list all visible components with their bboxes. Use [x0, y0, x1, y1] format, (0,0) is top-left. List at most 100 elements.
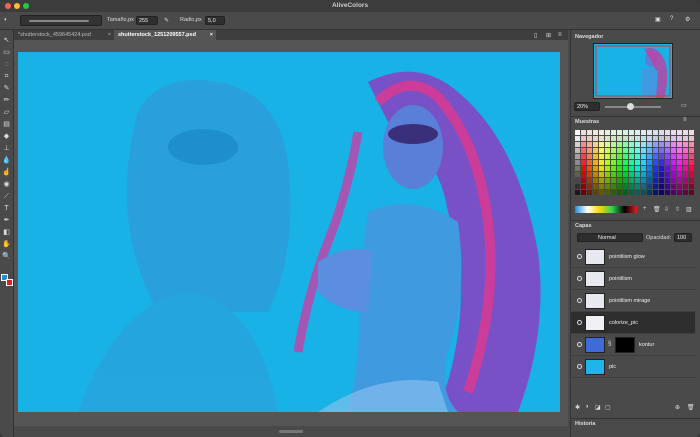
color-swatch[interactable] — [617, 154, 622, 159]
layers-list[interactable]: pointilism glow pointilism pointilism mi… — [571, 246, 700, 401]
color-swatch[interactable] — [671, 136, 676, 141]
size-field[interactable]: 255 — [136, 16, 158, 25]
color-swatch[interactable] — [665, 136, 670, 141]
color-swatch[interactable] — [671, 160, 676, 165]
zoom-slider-handle[interactable] — [627, 103, 634, 110]
radius-field[interactable]: 5,0 — [205, 16, 225, 25]
color-swatch[interactable] — [641, 190, 646, 195]
color-swatch[interactable] — [683, 184, 688, 189]
color-swatch[interactable] — [671, 184, 676, 189]
drop-icon[interactable]: 💧 — [2, 156, 11, 165]
color-swatch[interactable] — [677, 148, 682, 153]
color-swatch[interactable] — [599, 166, 604, 171]
color-swatch[interactable] — [611, 136, 616, 141]
color-swatch[interactable] — [581, 160, 586, 165]
color-swatch[interactable] — [611, 154, 616, 159]
stamp-icon[interactable]: ⊥ — [2, 144, 11, 153]
color-swatch[interactable] — [629, 172, 634, 177]
color-swatch[interactable] — [611, 190, 616, 195]
color-swatch[interactable] — [581, 148, 586, 153]
color-swatch[interactable] — [629, 148, 634, 153]
color-swatch[interactable] — [593, 142, 598, 147]
color-swatch[interactable] — [605, 130, 610, 135]
color-swatch[interactable] — [629, 190, 634, 195]
help-icon[interactable]: ? — [670, 16, 673, 22]
color-swatch[interactable] — [689, 130, 694, 135]
adjustment-icon[interactable]: ◑ — [585, 404, 589, 410]
image-canvas[interactable] — [18, 52, 560, 412]
color-swatch[interactable] — [635, 136, 640, 141]
tab-document-2[interactable]: shutterstock_1251209557.psd × — [114, 30, 216, 40]
color-swatch[interactable] — [647, 172, 652, 177]
color-swatch[interactable] — [641, 160, 646, 165]
color-swatch[interactable] — [641, 148, 646, 153]
color-swatch[interactable] — [629, 160, 634, 165]
color-swatch[interactable] — [653, 184, 658, 189]
color-swatch[interactable] — [647, 160, 652, 165]
eye-icon[interactable] — [577, 320, 582, 325]
color-swatch[interactable] — [581, 190, 586, 195]
color-swatch[interactable] — [575, 166, 580, 171]
eye-icon[interactable] — [577, 254, 582, 259]
color-swatch[interactable] — [587, 154, 592, 159]
color-swatch[interactable] — [647, 184, 652, 189]
zoom-icon[interactable]: 🔍 — [2, 252, 11, 261]
color-swatch[interactable] — [665, 148, 670, 153]
color-swatch[interactable] — [611, 166, 616, 171]
color-swatch[interactable] — [659, 154, 664, 159]
color-swatch[interactable] — [593, 136, 598, 141]
color-swatch[interactable] — [593, 184, 598, 189]
color-swatch[interactable] — [599, 160, 604, 165]
color-swatch[interactable] — [641, 178, 646, 183]
blur-icon[interactable]: ◉ — [2, 180, 11, 189]
color-swatch[interactable] — [587, 148, 592, 153]
move-icon[interactable]: ↖ — [2, 36, 11, 45]
brush-icon[interactable]: ✎ — [2, 84, 11, 93]
background-color-swatch[interactable] — [6, 279, 13, 286]
eye-icon[interactable] — [577, 298, 582, 303]
color-swatch[interactable] — [683, 190, 688, 195]
color-swatch[interactable] — [617, 142, 622, 147]
color-swatch[interactable] — [635, 160, 640, 165]
color-swatch[interactable] — [617, 148, 622, 153]
color-swatch[interactable] — [611, 160, 616, 165]
layer-row[interactable]: § kontur — [571, 334, 695, 356]
pencil-icon[interactable]: ✏ — [2, 96, 11, 105]
color-swatch[interactable] — [593, 166, 598, 171]
notification-icon[interactable]: ▣ — [655, 16, 661, 23]
trash-icon[interactable]: ▥ — [686, 206, 692, 213]
opacity-field[interactable]: 100 — [674, 233, 692, 242]
color-swatch[interactable] — [635, 184, 640, 189]
color-swatch[interactable] — [635, 190, 640, 195]
import-icon[interactable]: ⇩ — [664, 206, 669, 213]
color-swatch[interactable] — [629, 136, 634, 141]
color-swatch[interactable] — [575, 178, 580, 183]
color-swatch[interactable] — [617, 130, 622, 135]
color-swatch[interactable] — [623, 184, 628, 189]
color-swatch[interactable] — [629, 130, 634, 135]
color-swatch[interactable] — [653, 190, 658, 195]
color-swatch[interactable] — [689, 184, 694, 189]
color-swatch[interactable] — [611, 130, 616, 135]
color-swatch[interactable] — [653, 142, 658, 147]
color-swatch[interactable] — [605, 160, 610, 165]
color-swatch[interactable] — [659, 130, 664, 135]
color-swatch[interactable] — [665, 178, 670, 183]
color-swatch[interactable] — [629, 166, 634, 171]
swatch-grid[interactable] — [575, 130, 694, 200]
color-swatch[interactable] — [689, 148, 694, 153]
color-swatch[interactable] — [647, 166, 652, 171]
layer-row[interactable]: pointilism mirage — [571, 290, 695, 312]
smudge-icon[interactable]: ☝ — [2, 168, 11, 177]
pen-icon[interactable]: ✎ — [164, 17, 169, 24]
color-swatch[interactable] — [611, 172, 616, 177]
effects-icon[interactable]: ✱ — [575, 404, 580, 411]
color-swatch[interactable] — [659, 148, 664, 153]
color-swatch[interactable] — [647, 130, 652, 135]
color-swatch[interactable] — [611, 142, 616, 147]
color-swatch[interactable] — [671, 178, 676, 183]
color-swatch[interactable] — [689, 154, 694, 159]
color-swatch[interactable] — [617, 178, 622, 183]
color-swatch[interactable] — [653, 130, 658, 135]
export-icon[interactable]: ⇧ — [675, 206, 680, 213]
